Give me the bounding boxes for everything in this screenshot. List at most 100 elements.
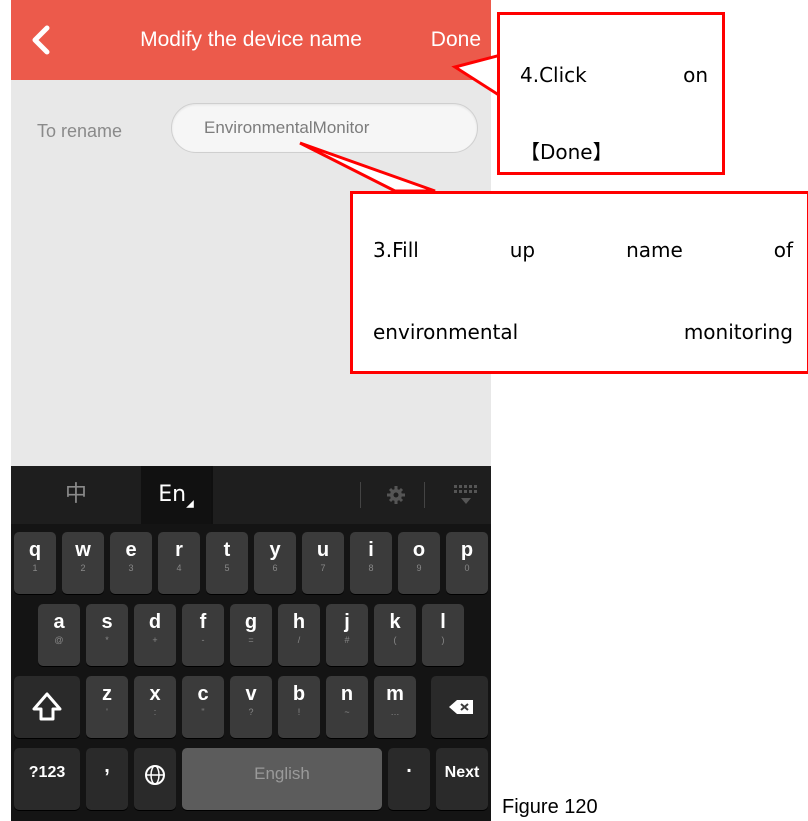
key-label: q (28, 539, 42, 561)
period-key[interactable]: . (388, 748, 430, 810)
tab-english[interactable]: En◢ (141, 466, 211, 524)
key-label: n (340, 683, 354, 705)
key-label: s (101, 611, 113, 633)
key-label: f (199, 611, 207, 633)
key-e[interactable]: e3 (110, 532, 152, 594)
device-name-input[interactable]: EnvironmentalMonitor (171, 103, 478, 153)
key-label: y (269, 539, 281, 561)
key-label: b (292, 683, 306, 705)
divider (360, 482, 361, 508)
tab-chinese[interactable]: 中 (11, 466, 141, 524)
key-u[interactable]: u7 (302, 532, 344, 594)
key-sublabel: / (297, 635, 301, 645)
comma-key[interactable]: , (86, 748, 128, 810)
shift-key[interactable] (14, 676, 80, 738)
key-sublabel: @ (54, 635, 64, 645)
key-sublabel: ~ (344, 707, 350, 717)
key-sublabel: 8 (368, 563, 374, 573)
key-t[interactable]: t5 (206, 532, 248, 594)
key-sublabel: ? (248, 707, 254, 717)
key-sublabel: 9 (416, 563, 422, 573)
key-j[interactable]: j # (326, 604, 368, 666)
symbols-key[interactable]: ?123 (14, 748, 80, 810)
next-key[interactable]: Next (436, 748, 488, 810)
keyboard-hide-icon[interactable] (451, 482, 481, 508)
key-r[interactable]: r4 (158, 532, 200, 594)
key-sublabel: ' (106, 707, 108, 717)
key-sublabel: 7 (320, 563, 326, 573)
key-label: g (244, 611, 258, 633)
key-z[interactable]: z ' (86, 676, 128, 738)
key-sublabel: 5 (224, 563, 230, 573)
key-label: English (254, 764, 310, 783)
figure-caption: Figure 120 (502, 796, 598, 818)
key-s[interactable]: s * (86, 604, 128, 666)
key-q[interactable]: q1 (14, 532, 56, 594)
globe-icon (145, 765, 165, 785)
annotation-text: on (683, 63, 708, 87)
soft-keyboard: 中 En◢ q1w2e3r4t5y6u7i8o9p 0 a @ s * d + … (11, 466, 491, 821)
key-label: m (386, 683, 404, 705)
key-g[interactable]: g = (230, 604, 272, 666)
key-k[interactable]: k( (374, 604, 416, 666)
key-h[interactable]: h / (278, 604, 320, 666)
done-button[interactable]: Done (431, 28, 481, 52)
key-label: e (125, 539, 137, 561)
key-label: d (148, 611, 162, 633)
key-b[interactable]: b! (278, 676, 320, 738)
key-x[interactable]: x: (134, 676, 176, 738)
key-l[interactable]: l) (422, 604, 464, 666)
key-sublabel: 3 (128, 563, 134, 573)
key-sublabel: 0 (464, 563, 470, 573)
key-label: . (406, 755, 412, 777)
key-o[interactable]: o9 (398, 532, 440, 594)
annotation-text: environmental (373, 320, 519, 344)
key-d[interactable]: d + (134, 604, 176, 666)
key-sublabel: + (152, 635, 158, 645)
keyboard-toolbar: 中 En◢ (11, 466, 491, 524)
key-y[interactable]: y6 (254, 532, 296, 594)
key-label: z (102, 683, 112, 705)
key-label: r (175, 539, 183, 561)
key-p[interactable]: p0 (446, 532, 488, 594)
gear-icon[interactable] (383, 482, 409, 508)
annotation-text: name (626, 238, 683, 262)
backspace-key[interactable] (431, 676, 488, 738)
key-sublabel: ( (393, 635, 397, 645)
key-sublabel: - (201, 635, 205, 645)
tab-english-label: En (158, 482, 187, 507)
key-label: ?123 (28, 764, 66, 781)
key-sublabel: … (390, 707, 400, 717)
space-key[interactable]: English (182, 748, 382, 810)
rename-label: To rename (37, 121, 123, 141)
key-label: o (412, 539, 426, 561)
key-m[interactable]: m… (374, 676, 416, 738)
key-sublabel: # (344, 635, 350, 645)
key-label: Next (444, 764, 480, 781)
key-label: h (292, 611, 306, 633)
key-label: v (245, 683, 257, 705)
key-label: t (223, 539, 231, 561)
key-v[interactable]: v? (230, 676, 272, 738)
key-a[interactable]: a @ (38, 604, 80, 666)
key-f[interactable]: f- (182, 604, 224, 666)
key-i[interactable]: i8 (350, 532, 392, 594)
annotation-text: 【Done】 (520, 140, 613, 164)
annotation-text: 4.Click (520, 63, 587, 87)
annotation-text: 3.Fill (373, 238, 419, 262)
key-c[interactable]: c " (182, 676, 224, 738)
divider (424, 482, 425, 508)
key-sublabel: 2 (80, 563, 86, 573)
key-label: p (460, 539, 474, 561)
key-sublabel: " (201, 707, 205, 717)
key-sublabel: = (248, 635, 254, 645)
key-label: i (368, 539, 374, 561)
key-label: l (440, 611, 446, 633)
page-title: Modify the device name (140, 28, 362, 51)
key-w[interactable]: w2 (62, 532, 104, 594)
key-label: j (344, 611, 350, 633)
key-sublabel: 6 (272, 563, 278, 573)
key-label: a (53, 611, 65, 633)
key-n[interactable]: n ~ (326, 676, 368, 738)
language-key[interactable] (134, 748, 176, 810)
